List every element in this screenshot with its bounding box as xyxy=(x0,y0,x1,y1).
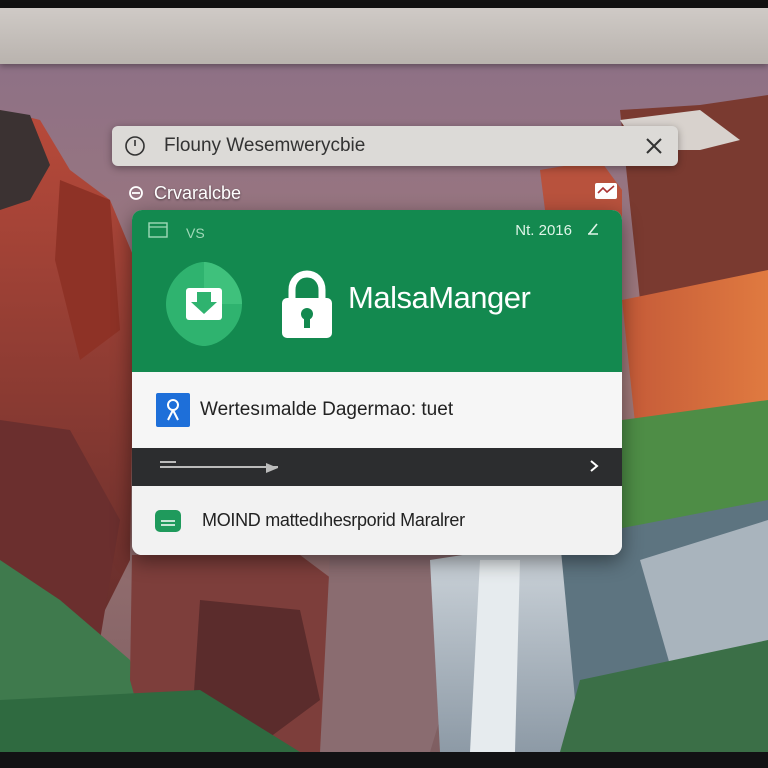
pin-icon[interactable] xyxy=(586,220,600,241)
progress-row xyxy=(132,448,622,486)
list-item-user[interactable]: Wertesımalde Dagermao: tuet xyxy=(132,372,622,448)
chevron-right-icon[interactable] xyxy=(586,457,602,475)
monitor-icon xyxy=(154,509,182,533)
card-meta-left: VS xyxy=(148,222,205,243)
meta-vs: VS xyxy=(186,224,205,241)
meta-year: Nt. 2016 xyxy=(515,222,572,239)
download-shield-icon xyxy=(162,258,246,350)
refresh-icon[interactable] xyxy=(128,185,144,201)
card-meta-right: Nt. 2016 xyxy=(515,220,600,241)
progress-thumb[interactable] xyxy=(266,461,278,473)
lock-icon xyxy=(278,270,336,340)
user-icon xyxy=(156,393,190,427)
window-icon[interactable] xyxy=(148,222,168,243)
mail-icon[interactable] xyxy=(594,182,618,200)
progress-track-tick xyxy=(160,461,176,463)
screen-bottom-edge xyxy=(0,752,768,768)
monitor-row-label: MOIND mattedıhesrporid Maralrer xyxy=(202,510,465,530)
app-card: VS Nt. 2016 MalsaManger Wertesımalde Dag… xyxy=(132,210,622,555)
window-titlebar: Flouny Wesemwerycbie xyxy=(112,126,678,166)
progress-track xyxy=(160,466,278,468)
subheader: Crvaralcbe xyxy=(128,180,618,206)
window-title: Flouny Wesemwerycbie xyxy=(164,135,366,156)
subheader-label: Crvaralcbe xyxy=(154,182,242,203)
close-icon[interactable] xyxy=(640,132,668,160)
user-row-label: Wertesımalde Dagermao: tuet xyxy=(200,399,454,420)
top-toolbar xyxy=(0,8,768,64)
clock-icon xyxy=(124,135,146,157)
app-name: MalsaManger xyxy=(348,280,531,315)
screen-top-edge xyxy=(0,0,768,8)
card-header: VS Nt. 2016 MalsaManger xyxy=(132,210,622,372)
list-item-monitor[interactable]: MOIND mattedıhesrporid Maralrer xyxy=(132,486,622,555)
